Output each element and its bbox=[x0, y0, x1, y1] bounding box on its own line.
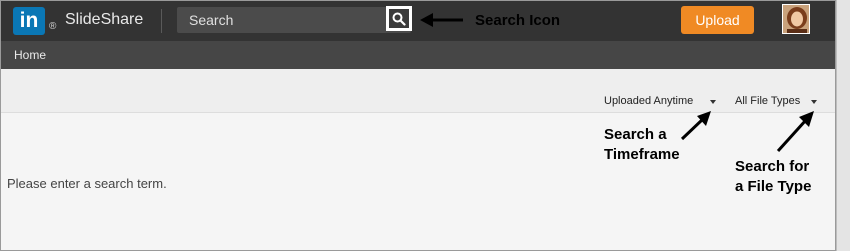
timeframe-arrow-icon bbox=[680, 111, 711, 141]
search-icon-callout: Search Icon bbox=[475, 12, 561, 29]
search-icon-arrow-icon bbox=[420, 13, 463, 27]
filetype-callout-line1: Search for bbox=[735, 158, 810, 175]
timeframe-callout: Search a Timeframe bbox=[604, 125, 680, 165]
page-scrollbar[interactable] bbox=[836, 0, 850, 251]
annotation-arrows bbox=[420, 13, 814, 153]
browser-page: in ® SlideShare Upload Home Upload bbox=[0, 0, 836, 251]
timeframe-callout-line2: Timeframe bbox=[604, 146, 680, 163]
filetype-callout-line2: a File Type bbox=[735, 178, 812, 195]
timeframe-callout-line1: Search a bbox=[604, 126, 667, 143]
filetype-arrow-icon bbox=[776, 111, 814, 153]
filetype-callout: Search for a File Type bbox=[735, 157, 811, 197]
